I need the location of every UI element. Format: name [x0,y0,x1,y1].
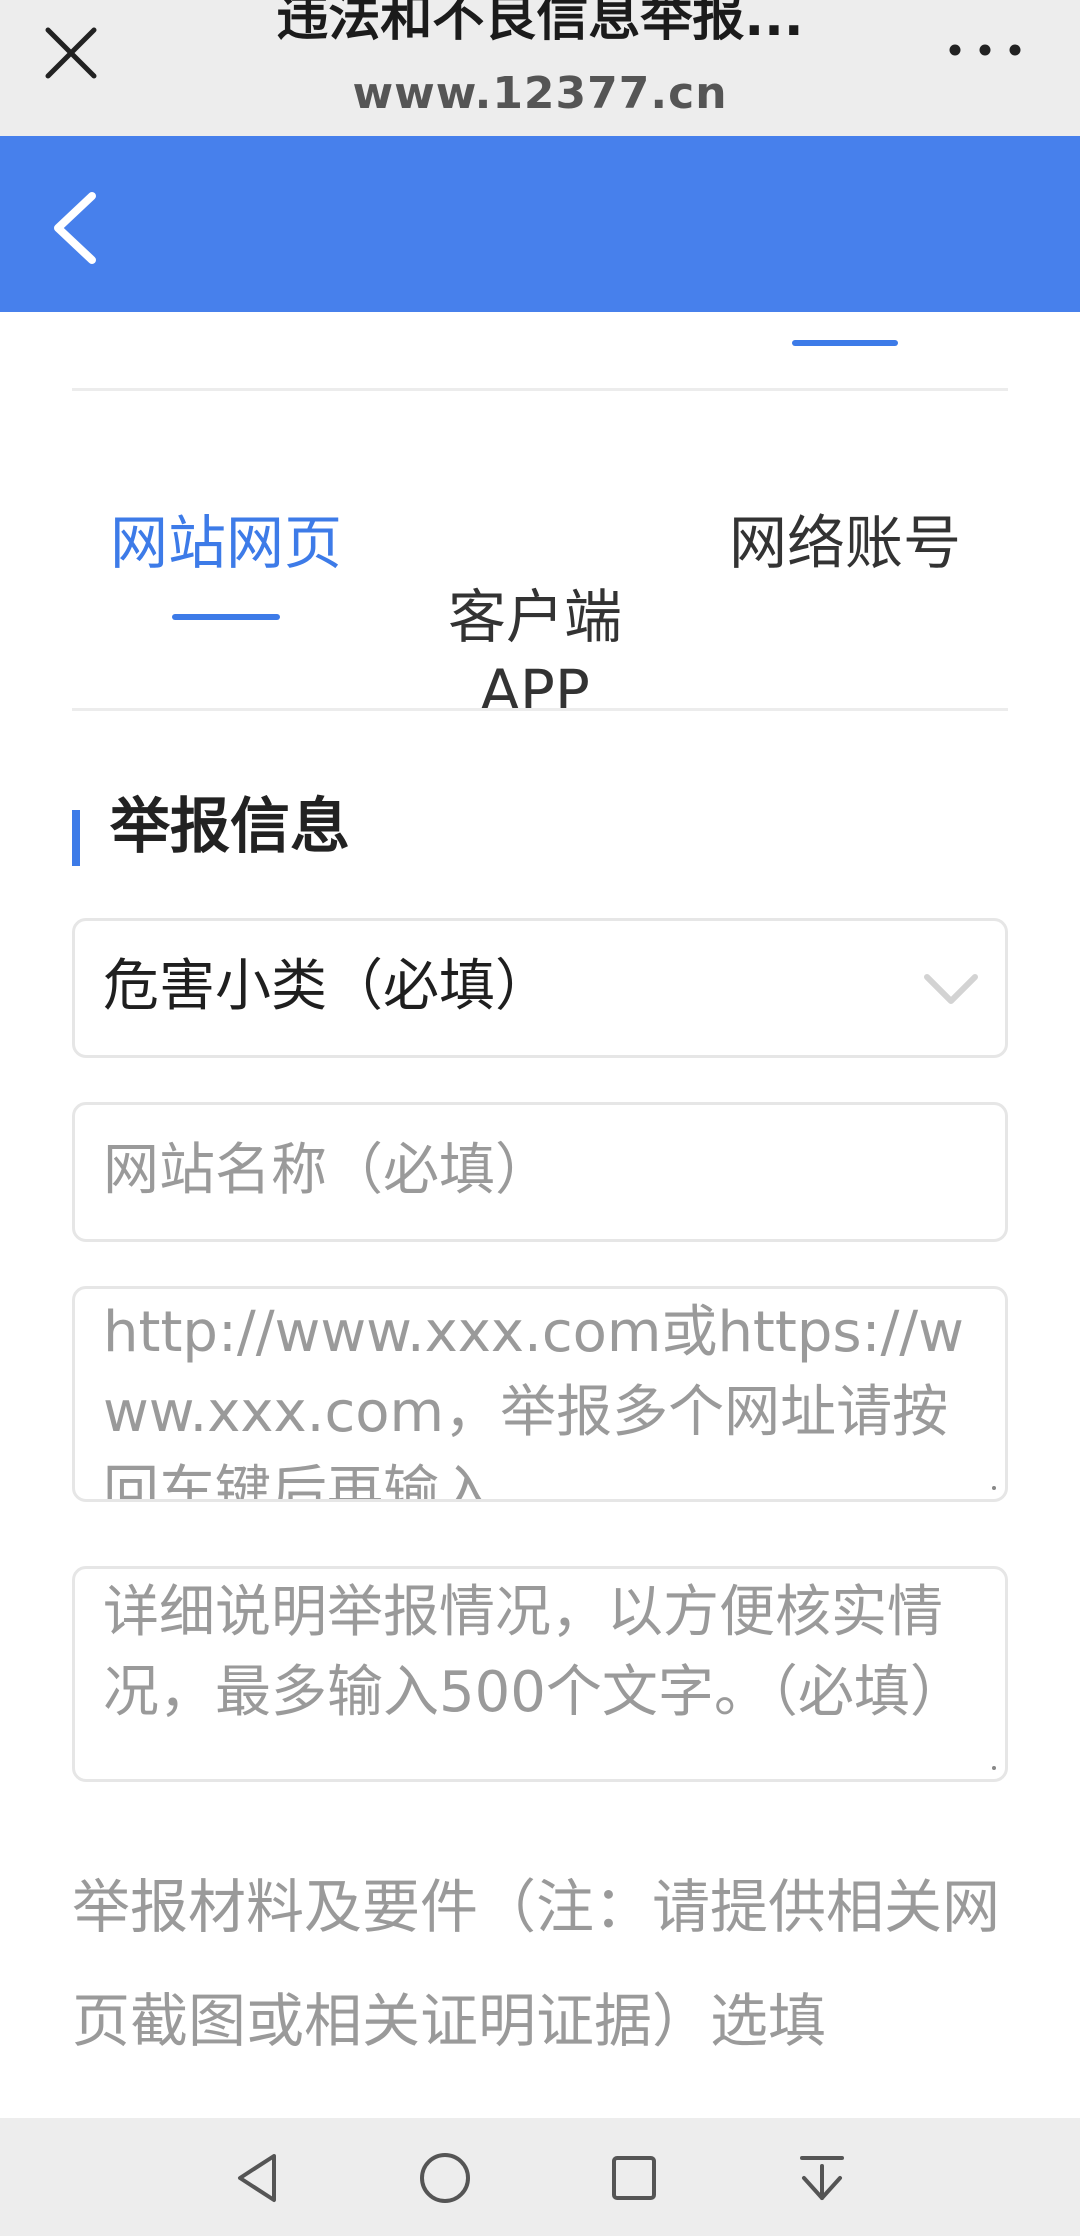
detail-textarea[interactable]: 详细说明举报情况，以方便核实情况，最多输入500个文字。（必填） [72,1566,1008,1782]
nav-back-icon[interactable] [228,2148,288,2208]
divider [72,708,1008,711]
tab-website[interactable]: 网站网页 [96,506,356,580]
section-title: 举报信息 [110,792,350,862]
active-tab-indicator [172,614,280,620]
tab-client-app-label: 客户端 APP [447,583,622,725]
previous-tab-indicator [792,340,898,346]
system-navigation-bar [0,2118,1080,2236]
page-title: 违法和不良信息举报... [276,0,804,48]
section-marker [72,810,80,866]
url-textarea[interactable]: http://www.xxx.com或https://www.xxx.com，举… [72,1286,1008,1502]
chevron-down-icon [924,974,978,1004]
nav-pulldown-icon[interactable] [792,2148,852,2208]
resize-handle-icon[interactable] [989,1483,999,1493]
page-url: www.12377.cn [352,68,728,119]
detail-placeholder: 详细说明举报情况，以方便核实情况，最多输入500个文字。（必填） [103,1580,966,1725]
nav-home-icon[interactable] [415,2148,475,2208]
back-icon[interactable] [46,188,106,268]
site-name-placeholder: 网站名称（必填） [103,1138,551,1203]
resize-handle-icon[interactable] [989,1763,999,1773]
tab-client-app[interactable]: 客户端 APP [420,506,650,728]
tab-website-label: 网站网页 [109,509,342,577]
close-icon[interactable] [38,20,104,86]
tab-network-account-label: 网络账号 [728,509,961,577]
divider [72,388,1008,391]
category-select[interactable]: 危害小类（必填） [72,918,1008,1058]
mini-program-title-bar: 违法和不良信息举报... www.12377.cn [0,0,1080,136]
nav-recents-icon[interactable] [604,2148,664,2208]
materials-label: 举报材料及要件（注：请提供相关网页截图或相关证明证据）选填 [72,1873,1001,2055]
tab-network-account[interactable]: 网络账号 [710,506,980,580]
app-header [0,136,1080,312]
more-icon[interactable] [940,30,1030,70]
url-placeholder: http://www.xxx.com或https://www.xxx.com，举… [103,1300,964,1502]
category-select-value: 危害小类（必填） [103,954,551,1019]
site-name-field[interactable]: 网站名称（必填） [72,1102,1008,1242]
